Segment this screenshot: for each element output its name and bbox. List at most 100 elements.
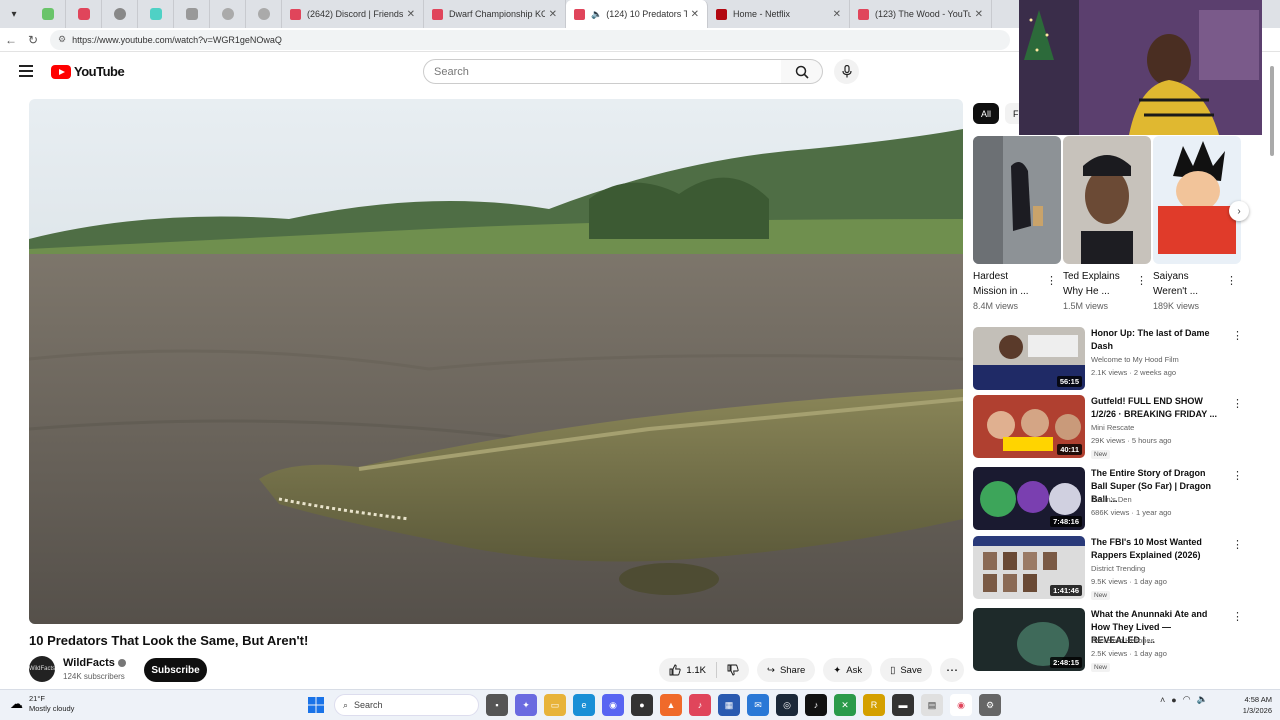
more-actions-icon[interactable]: ⋯ (940, 658, 964, 682)
voice-search-button[interactable] (834, 59, 859, 84)
browser-tab[interactable]: (123) The Wood - YouTube ✕ (850, 0, 992, 28)
rec-thumbnail[interactable]: 2:48:15 (973, 608, 1085, 671)
discord-icon[interactable]: ◉ (602, 694, 624, 716)
steam-icon[interactable]: ◎ (776, 694, 798, 716)
pinned-tab[interactable] (30, 0, 66, 28)
short-title[interactable]: Hardest Mission in ... (973, 269, 1047, 299)
tab-close-icon[interactable]: ✕ (975, 9, 983, 20)
recommendation-item[interactable]: 56:15 Honor Up: The last of Dame Dash We… (973, 327, 1248, 393)
video-player[interactable] (29, 99, 963, 624)
recommendation-item[interactable]: 40:11 Gutfeld! FULL END SHOW 1/2/26 · BR… (973, 395, 1248, 461)
tab-close-icon[interactable]: ✕ (407, 9, 415, 20)
settings-gear-icon[interactable]: ⚙ (979, 694, 1001, 716)
pinned-tab[interactable] (66, 0, 102, 28)
page-scrollbar[interactable] (1268, 56, 1276, 684)
tab-close-icon[interactable]: ✕ (549, 9, 557, 20)
tiktok-icon[interactable]: ♪ (805, 694, 827, 716)
youtube-logo[interactable]: YouTube (51, 64, 125, 79)
short-thumbnail[interactable] (1153, 136, 1241, 264)
pinned-tab[interactable] (174, 0, 210, 28)
tab-search-icon[interactable]: ▾ (4, 4, 24, 24)
xbox-icon[interactable]: ✕ (834, 694, 856, 716)
app-icon[interactable]: ♪ (689, 694, 711, 716)
short-more-icon[interactable]: ⋮ (1046, 274, 1057, 287)
rec-thumbnail[interactable]: 56:15 (973, 327, 1085, 390)
volume-icon[interactable]: 🔈 (1197, 694, 1208, 705)
short-item[interactable]: Saiyans Weren't ... ⋮ 189K views (1153, 136, 1241, 311)
shorts-next-chevron-icon[interactable]: › (1229, 201, 1249, 221)
chrome-icon[interactable]: ◉ (950, 694, 972, 716)
short-thumbnail[interactable] (1063, 136, 1151, 264)
obs-icon[interactable]: ● (631, 694, 653, 716)
outlook-icon[interactable]: ✉ (747, 694, 769, 716)
rec-title[interactable]: Gutfeld! FULL END SHOW 1/2/26 · BREAKING… (1091, 395, 1219, 421)
recommendation-item[interactable]: 1:41:46 The FBI's 10 Most Wanted Rappers… (973, 536, 1248, 602)
rec-channel[interactable]: District Trending (1091, 564, 1145, 573)
rec-title[interactable]: Honor Up: The last of Dame Dash (1091, 327, 1219, 353)
back-arrow-icon[interactable]: ← (0, 29, 22, 51)
rec-more-icon[interactable]: ⋮ (1232, 538, 1243, 551)
rec-thumbnail[interactable]: 1:41:46 (973, 536, 1085, 599)
chip-all[interactable]: All (973, 103, 1000, 124)
like-button[interactable]: 1.1K (659, 662, 717, 678)
scrollbar-thumb[interactable] (1270, 66, 1274, 156)
short-more-icon[interactable]: ⋮ (1136, 274, 1147, 287)
pinned-tab[interactable] (138, 0, 174, 28)
address-bar[interactable]: ⚙ https://www.youtube.com/watch?v=WGR1ge… (50, 29, 1010, 50)
file-explorer-icon[interactable]: ▭ (544, 694, 566, 716)
site-info-icon[interactable]: ⚙ (58, 34, 66, 45)
short-thumbnail[interactable] (973, 136, 1061, 264)
app-icon[interactable]: ▲ (660, 694, 682, 716)
task-view-icon[interactable]: ▪ (486, 694, 508, 716)
app-icon[interactable]: ▤ (921, 694, 943, 716)
rec-more-icon[interactable]: ⋮ (1232, 469, 1243, 482)
rec-thumbnail[interactable]: 40:11 (973, 395, 1085, 458)
chevron-up-icon[interactable]: ˄ (1160, 695, 1165, 705)
pinned-tab[interactable] (210, 0, 246, 28)
tab-close-icon[interactable]: ✕ (833, 9, 841, 20)
menu-icon[interactable] (19, 65, 33, 77)
location-icon[interactable]: ● (1171, 695, 1176, 705)
rec-more-icon[interactable]: ⋮ (1232, 329, 1243, 342)
app-icon[interactable]: ▬ (892, 694, 914, 716)
recommendation-item[interactable]: 7:48:16 The Entire Story of Dragon Ball … (973, 467, 1248, 533)
app-icon[interactable]: ▦ (718, 694, 740, 716)
windows-start-icon[interactable] (305, 694, 327, 716)
rec-channel[interactable]: Secretum Histories (1091, 636, 1154, 645)
rec-channel[interactable]: Mini Rescate (1091, 423, 1134, 432)
channel-name[interactable]: WildFacts (63, 657, 126, 669)
recommendation-item[interactable]: 2:48:15 What the Anunnaki Ate and How Th… (973, 608, 1248, 674)
copilot-icon[interactable]: ✦ (515, 694, 537, 716)
search-input[interactable]: Search (423, 59, 782, 84)
rec-more-icon[interactable]: ⋮ (1232, 610, 1243, 623)
short-title[interactable]: Ted Explains Why He ... (1063, 269, 1137, 299)
browser-tab[interactable]: Home - Netflix ✕ (708, 0, 850, 28)
pinned-tab[interactable] (102, 0, 138, 28)
short-item[interactable]: Hardest Mission in ... ⋮ 8.4M views (973, 136, 1061, 311)
rec-channel[interactable]: Welcome to My Hood Film (1091, 355, 1179, 364)
short-more-icon[interactable]: ⋮ (1226, 274, 1237, 287)
rockstar-icon[interactable]: R (863, 694, 885, 716)
rec-thumbnail[interactable]: 7:48:16 (973, 467, 1085, 530)
tab-close-icon[interactable]: ✕ (691, 9, 699, 20)
dislike-button[interactable] (717, 662, 749, 678)
search-button[interactable] (781, 59, 823, 84)
share-button[interactable]: ↪ Share (756, 658, 816, 682)
pinned-tab[interactable] (246, 0, 282, 28)
channel-avatar[interactable]: WildFacts (29, 656, 55, 682)
taskbar-clock[interactable]: 4:58 AM 1/3/2026 (1230, 694, 1272, 716)
rec-title[interactable]: The FBI's 10 Most Wanted Rappers Explain… (1091, 536, 1219, 562)
browser-tab[interactable]: Dwarf Championship KO - YouTube ✕ (424, 0, 566, 28)
wifi-icon[interactable]: ◠ (1183, 694, 1191, 705)
save-button[interactable]: ▯ Save (880, 658, 932, 682)
rec-more-icon[interactable]: ⋮ (1232, 397, 1243, 410)
short-item[interactable]: Ted Explains Why He ... ⋮ 1.5M views (1063, 136, 1151, 311)
browser-tab[interactable]: (2642) Discord | Friends ✕ (282, 0, 424, 28)
edge-icon[interactable]: e (573, 694, 595, 716)
taskbar-search[interactable]: ⌕ Search (334, 694, 479, 716)
reload-icon[interactable]: ↻ (22, 29, 44, 51)
short-title[interactable]: Saiyans Weren't ... (1153, 269, 1227, 299)
browser-tab-active[interactable]: 🔈 (124) 10 Predators That Look the Same … (566, 0, 708, 28)
subscribe-button[interactable]: Subscribe (144, 658, 207, 682)
ask-button[interactable]: ✦ Ask (823, 658, 873, 682)
